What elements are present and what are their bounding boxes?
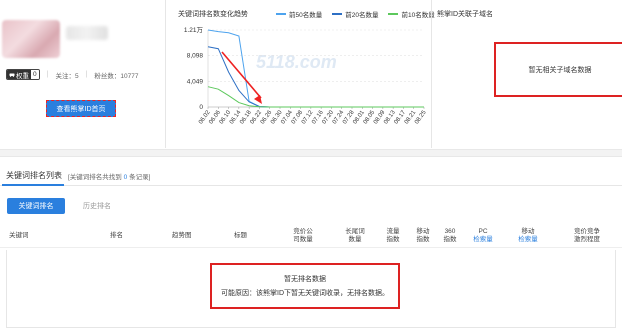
subdomain-panel: 熊掌ID关联子域名 暂无相关子域名数据 — [432, 0, 622, 148]
weight-value: 0 — [31, 70, 39, 79]
follow-count: 5 — [74, 72, 79, 80]
empty-reason: 可能原因：该熊掌ID下暂无关键词收录，无排名数据。 — [221, 290, 389, 297]
col-bid-companies[interactable]: 竞价公 司数量 — [288, 224, 318, 248]
col-mobile-index[interactable]: 移动 指数 — [410, 224, 436, 248]
divider: | — [85, 71, 88, 78]
ranking-title-underline — [2, 184, 64, 186]
col-title: 标题 — [234, 232, 247, 239]
empty-title: 暂无排名数据 — [284, 276, 326, 283]
trend-chart: 5118.com 04,0498,0981.21万06.0206.0606.10… — [184, 26, 428, 125]
table-header: 关键词 排名 趋势图 标题 竞价公 司数量 长尾词 数量 流量 指数 移动 指数 360… — [0, 224, 622, 248]
section-separator — [0, 149, 622, 157]
ranking-empty-message: 暂无排名数据 可能原因：该熊掌ID下暂无关键词收录，无排名数据。 — [210, 263, 400, 309]
col-longtail-count[interactable]: 长尾词 数量 — [340, 224, 370, 248]
subdomain-title: 熊掌ID关联子域名 — [437, 11, 493, 18]
profile-panel: 权重 0 | 关注：5 | 粉丝数：10777 查看熊掌ID首页 — [0, 0, 165, 148]
col-mobile-search-volume[interactable]: 移动 检索量 — [512, 224, 544, 248]
ranking-tabs: 关键词排名 历史排名 — [7, 198, 119, 214]
divider: | — [46, 71, 49, 78]
fans-count: 10777 — [120, 72, 139, 80]
ranking-title: 关键词排名列表 — [6, 171, 62, 180]
trend-chart-panel: 关键词排名数变化趋势 前50名数量 前20名数量 前10名数量 5118.com… — [166, 0, 435, 148]
x-tick-label: 08.25 — [414, 109, 428, 125]
y-tick-label: 0 — [199, 104, 203, 111]
fans-stat: 粉丝数：10777 — [94, 72, 139, 80]
ranking-record-count: [关键词排名共找到 0 条记录] — [68, 174, 151, 181]
col-bid-competition[interactable]: 竞价竞争 激烈程度 — [569, 224, 605, 248]
annotation-arrow-head — [254, 95, 262, 104]
col-360-index[interactable]: 360 指数 — [438, 224, 462, 248]
follow-stat: 关注：5 — [55, 72, 79, 80]
col-traffic-index[interactable]: 流量 指数 — [380, 224, 406, 248]
col-rank[interactable]: 排名 — [110, 224, 123, 248]
series-line-top10 — [207, 86, 424, 108]
tab-keyword-ranking[interactable]: 关键词排名 — [7, 198, 65, 214]
car-icon — [9, 73, 15, 77]
col-trend: 趋势图 — [172, 232, 192, 239]
view-xiongzhang-home-button[interactable]: 查看熊掌ID首页 — [46, 100, 116, 117]
divider — [0, 185, 622, 186]
y-tick-label: 1.21万 — [184, 26, 204, 34]
chart-watermark: 5118.com — [256, 52, 337, 72]
col-pc-search-volume[interactable]: PC 检索量 — [468, 224, 498, 248]
weight-label: 权重 — [16, 72, 29, 80]
weight-badge: 权重 0 — [6, 69, 40, 80]
profile-name-blurred — [66, 26, 108, 40]
y-tick-label: 8,098 — [187, 53, 204, 60]
tab-history-ranking[interactable]: 历史排名 — [75, 198, 119, 214]
subdomain-empty-message: 暂无相关子域名数据 — [494, 42, 622, 97]
profile-stats: 权重 0 | 关注：5 | 粉丝数：10777 — [6, 69, 138, 80]
avatar[interactable] — [2, 20, 60, 58]
col-keyword[interactable]: 关键词 — [9, 224, 29, 248]
y-tick-label: 4,049 — [187, 78, 204, 85]
ranking-header: 关键词排名列表 [关键词排名共找到 0 条记录] — [0, 168, 622, 186]
